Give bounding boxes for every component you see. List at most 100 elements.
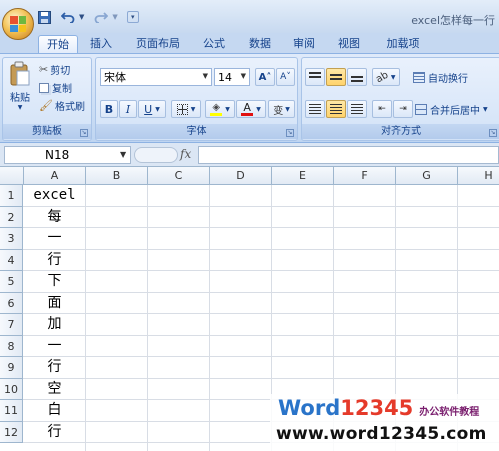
underline-button[interactable]: U ▼ (138, 100, 166, 118)
row-header[interactable]: 12 (0, 421, 23, 443)
column-header-e[interactable]: E (272, 167, 334, 185)
column-header-b[interactable]: B (86, 167, 148, 185)
row-gridline (23, 291, 499, 293)
office-logo-icon (10, 16, 26, 32)
font-group-label: 字体 (96, 124, 297, 139)
font-size-value: 14 (218, 70, 232, 84)
save-icon[interactable] (38, 10, 51, 25)
tab-home[interactable]: 开始 (38, 35, 78, 53)
redo-dropdown-icon[interactable]: ▼ (112, 10, 117, 25)
cell-a7[interactable]: 加 (24, 314, 85, 336)
fill-color-button[interactable]: ◈ ▼ (205, 100, 235, 118)
format-painter-button[interactable]: 🖌 格式刷 (39, 98, 85, 113)
column-header-f[interactable]: F (334, 167, 396, 185)
increase-indent-button[interactable]: ⇥ (393, 100, 413, 118)
row-gridline (23, 248, 499, 250)
align-center-button[interactable] (326, 100, 346, 118)
name-box-value: N18 (45, 148, 70, 162)
cell-a6[interactable]: 面 (24, 293, 85, 315)
office-button[interactable] (2, 8, 34, 40)
tab-page-layout[interactable]: 页面布局 (128, 35, 188, 53)
font-size-combo[interactable]: 14 ▼ (214, 68, 250, 86)
font-color-button[interactable]: A ▼ (236, 100, 266, 118)
formula-input[interactable] (198, 146, 499, 164)
tab-addins[interactable]: 加载项 (378, 35, 428, 53)
column-header-c[interactable]: C (148, 167, 210, 185)
font-size-dropdown-icon: ▼ (240, 72, 246, 80)
column-header-g[interactable]: G (396, 167, 458, 185)
tab-view[interactable]: 视图 (331, 35, 367, 53)
row-header[interactable]: 3 (0, 228, 23, 250)
decrease-indent-icon: ⇤ (378, 104, 386, 114)
redo-icon[interactable] (94, 10, 109, 25)
align-bottom-button[interactable] (347, 68, 367, 86)
row-header[interactable]: 7 (0, 314, 23, 336)
insert-function-icon[interactable]: fx (180, 147, 191, 161)
tab-review[interactable]: 审阅 (286, 35, 322, 53)
column-header-h[interactable]: H (458, 167, 499, 185)
cell-a5[interactable]: 下 (24, 271, 85, 293)
format-painter-icon: 🖌 (39, 99, 53, 112)
column-header-a[interactable]: A (24, 167, 86, 185)
merge-center-dropdown-icon: ▼ (483, 106, 488, 113)
name-box[interactable]: N18 (4, 146, 131, 164)
tab-data[interactable]: 数据 (242, 35, 278, 53)
font-launcher-icon[interactable]: ↘ (286, 129, 294, 137)
phonetic-button[interactable]: 变 ▼ (268, 100, 295, 118)
undo-dropdown-icon[interactable]: ▼ (79, 10, 84, 25)
row-header[interactable]: 10 (0, 378, 23, 400)
row-header[interactable]: 8 (0, 335, 23, 357)
cell-a8[interactable]: 一 (24, 336, 85, 358)
customize-qat-icon[interactable]: ▾ (126, 11, 139, 23)
font-name-value: 宋体 (104, 71, 126, 84)
row-header[interactable]: 11 (0, 400, 23, 422)
row-header[interactable]: 9 (0, 357, 23, 379)
tab-insert[interactable]: 插入 (83, 35, 119, 53)
cell-a4[interactable]: 行 (24, 250, 85, 272)
align-right-button[interactable] (347, 100, 367, 118)
cut-button[interactable]: ✂ 剪切 (39, 62, 70, 77)
cell-a9[interactable]: 行 (24, 357, 85, 379)
row-header[interactable]: 2 (0, 206, 23, 228)
orientation-button[interactable]: ab ▼ (372, 68, 400, 86)
copy-button[interactable]: 复制 (39, 80, 72, 95)
formula-bar-expand-handle[interactable] (134, 147, 178, 163)
align-middle-button[interactable] (326, 68, 346, 86)
row-header[interactable]: 6 (0, 292, 23, 314)
merge-center-button[interactable]: 合并后居中 ▼ (415, 102, 488, 117)
cell-a10[interactable]: 空 (24, 379, 85, 401)
align-left-button[interactable] (305, 100, 325, 118)
column-header-d[interactable]: D (210, 167, 272, 185)
decrease-indent-button[interactable]: ⇤ (372, 100, 392, 118)
cell-a1[interactable]: excel (24, 185, 85, 207)
cell-a3[interactable]: 一 (24, 228, 85, 250)
align-top-button[interactable] (305, 68, 325, 86)
orientation-icon: ab (374, 69, 391, 85)
cell-a12[interactable]: 行 (24, 422, 85, 444)
clipboard-launcher-icon[interactable]: ↘ (80, 129, 88, 137)
format-painter-label: 格式刷 (54, 102, 85, 113)
undo-icon[interactable] (61, 10, 75, 25)
name-box-dropdown-icon[interactable]: ▼ (120, 150, 126, 159)
font-name-combo[interactable]: 宋体 ▼ (100, 68, 212, 86)
wrap-text-label: 自动换行 (428, 74, 468, 85)
bold-button[interactable]: B (100, 100, 118, 118)
row-header[interactable]: 1 (0, 185, 23, 207)
row-gridline (23, 313, 499, 314)
grow-font-button[interactable]: A˄ (255, 68, 275, 86)
row-header[interactable]: 5 (0, 271, 23, 293)
cell-a2[interactable]: 每 (24, 207, 85, 229)
alignment-launcher-icon[interactable]: ↘ (489, 129, 497, 137)
font-group: 宋体 ▼ 14 ▼ A˄ A˅ B I U ▼ ▼ ◈ ▼ A ▼ 变 ▼ 字体… (95, 57, 298, 141)
select-all-corner[interactable] (0, 167, 24, 185)
wrap-text-button[interactable]: 自动换行 (413, 70, 468, 85)
shrink-font-button[interactable]: A˅ (276, 68, 295, 86)
italic-button[interactable]: I (119, 100, 137, 118)
paste-button[interactable]: 粘贴 ▼ (6, 61, 34, 111)
tab-formulas[interactable]: 公式 (196, 35, 232, 53)
cell-a11[interactable]: 白 (24, 400, 85, 422)
title-bar: ▼ ▼ ▾ excel怎样每一行 (0, 0, 499, 40)
row-header[interactable]: 4 (0, 249, 23, 271)
borders-button[interactable]: ▼ (171, 100, 201, 118)
borders-icon (176, 103, 188, 115)
